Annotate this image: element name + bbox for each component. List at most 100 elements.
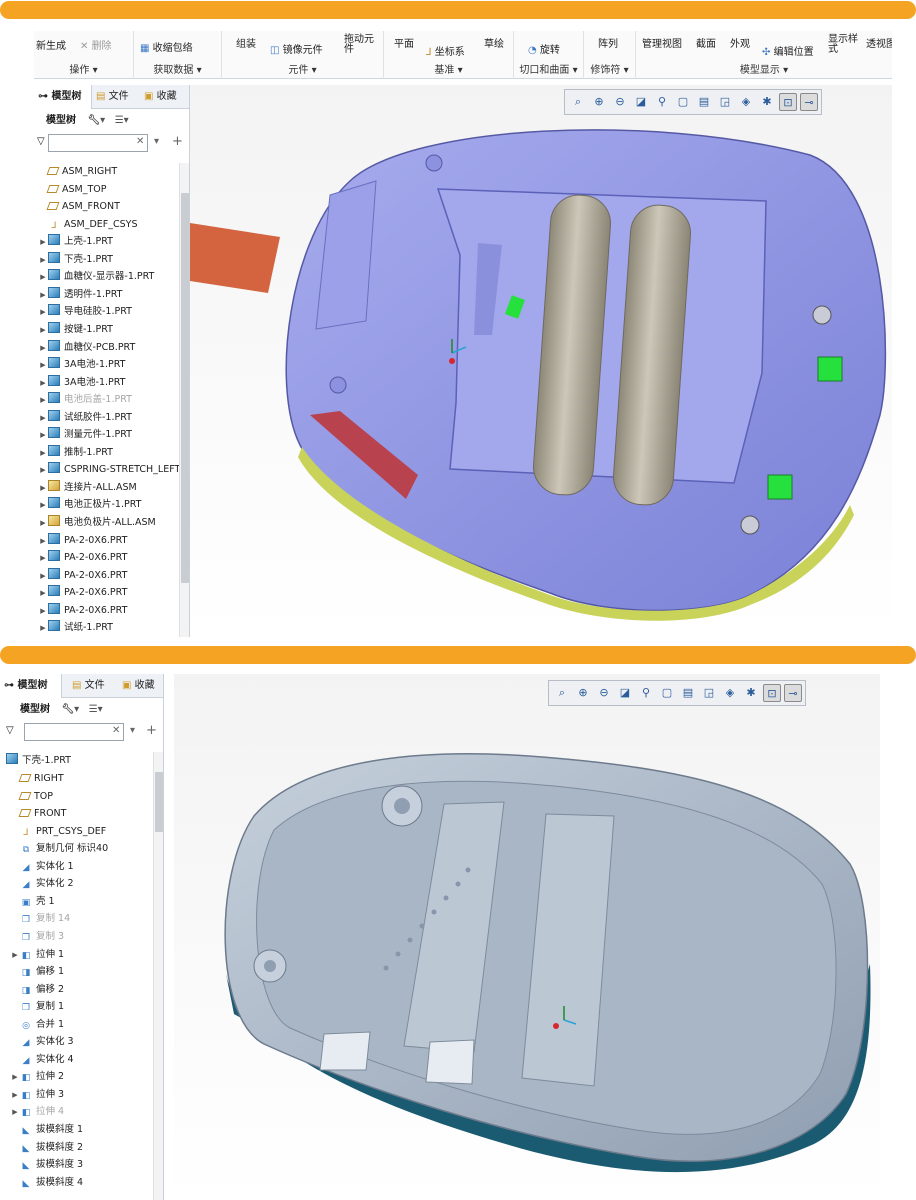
view-manager-button[interactable]: 管理视图 — [642, 35, 682, 50]
tree-item[interactable]: ◣ 拔模斜度 4 — [10, 1174, 84, 1191]
expand-arrow-icon[interactable]: ▶ — [38, 550, 48, 567]
tree-filter-input[interactable] — [48, 134, 148, 152]
scrollbar-thumb[interactable] — [155, 772, 163, 832]
tree-item[interactable]: ▶ ◧ 拉伸 3 — [10, 1086, 64, 1103]
ribbon-group-label-model-display[interactable]: 模型显示 ▾ — [636, 61, 892, 76]
expand-arrow-icon[interactable]: ▶ — [38, 357, 48, 374]
tree-item[interactable]: ◣ 拔模斜度 1 — [10, 1121, 84, 1138]
tree-item[interactable]: ▶ 下壳-1.PRT — [38, 251, 113, 268]
settings-icon[interactable]: 🔧︎▾ — [61, 704, 79, 715]
tree-filter-input[interactable] — [24, 723, 124, 741]
expand-arrow-icon[interactable]: ▶ — [38, 497, 48, 514]
filter-dropdown-icon[interactable]: ▾ — [154, 136, 159, 147]
expand-arrow-icon[interactable]: ▶ — [38, 568, 48, 585]
expand-arrow-icon[interactable]: ▶ — [38, 410, 48, 427]
tree-item[interactable]: ▶ 电池后盖-1.PRT — [38, 391, 132, 408]
filter-icon[interactable]: ▽ — [6, 725, 14, 736]
graphics-viewport[interactable]: ⌕ ⊕ ⊖ ◪ ⚲ ▢ ▤ ◲ ◈ ✱ ⊡ ⊸ — [190, 85, 892, 637]
perspective-view-button[interactable]: 透视图 — [866, 35, 892, 50]
tree-item[interactable]: ▶ PA-2-0X6.PRT — [38, 602, 127, 619]
tree-item[interactable]: ▶ ◧ 拉伸 1 — [10, 946, 64, 963]
tree-item[interactable]: ◎ 合并 1 — [10, 1016, 64, 1033]
tree-item[interactable]: ◢ 实体化 3 — [10, 1033, 74, 1050]
tree-item[interactable]: ▶ 透明件-1.PRT — [38, 286, 122, 303]
edit-position-button[interactable]: ✣ 编辑位置 — [762, 43, 814, 58]
model-tree-scrollbar-part[interactable] — [153, 752, 163, 1200]
tree-item[interactable]: ASM_RIGHT — [38, 163, 117, 180]
tree-item[interactable]: ▶ 3A电池-1.PRT — [38, 374, 125, 391]
expand-arrow-icon[interactable]: ▶ — [38, 427, 48, 444]
expand-arrow-icon[interactable]: ▶ — [38, 620, 48, 637]
expand-arrow-icon[interactable]: ▶ — [38, 392, 48, 409]
expand-arrow-icon[interactable]: ▶ — [38, 480, 48, 497]
filter-icon[interactable]: ▽ — [37, 136, 45, 147]
expand-arrow-icon[interactable]: ▶ — [38, 269, 48, 286]
add-filter-icon[interactable]: + — [172, 134, 183, 149]
model-tree-scrollbar[interactable] — [179, 163, 189, 637]
appearance-button[interactable]: 外观 — [730, 35, 750, 50]
expand-arrow-icon[interactable]: ▶ — [10, 1087, 20, 1104]
tree-item[interactable]: ▶ 试纸胶件-1.PRT — [38, 409, 132, 426]
tree-item[interactable]: ▶ 试纸-1.PRT — [38, 619, 113, 636]
section-button[interactable]: 截面 — [696, 35, 716, 50]
tree-item[interactable]: ▶ 上壳-1.PRT — [38, 233, 113, 250]
revolve-button[interactable]: ◔ 旋转 — [528, 41, 560, 56]
mirror-component-button[interactable]: ◫ 镜像元件 — [270, 41, 323, 56]
drag-component-button[interactable]: 拖动元件 — [344, 35, 380, 55]
tree-item[interactable]: ▶ PA-2-0X6.PRT — [38, 567, 127, 584]
tab-model-tree[interactable]: ⊶ 模型树 — [0, 674, 62, 698]
ribbon-group-label-component[interactable]: 元件 ▾ — [222, 61, 383, 76]
tree-item[interactable]: ◣ 拔模斜度 2 — [10, 1139, 84, 1156]
expand-arrow-icon[interactable]: ▶ — [38, 234, 48, 251]
expand-arrow-icon[interactable]: ▶ — [38, 375, 48, 392]
tree-item[interactable]: ▣ 壳 1 — [10, 893, 55, 910]
scrollbar-thumb[interactable] — [181, 193, 189, 583]
tree-item[interactable]: ▶ PA-2-0X6.PRT — [38, 549, 127, 566]
tree-item[interactable]: ◨ 偏移 1 — [10, 963, 64, 980]
expand-arrow-icon[interactable]: ▶ — [10, 1104, 20, 1121]
tab-favorites[interactable]: ▣ 收藏 — [140, 85, 189, 109]
shrinkwrap-button[interactable]: ▦ 收缩包络 — [140, 39, 193, 54]
pattern-button[interactable]: 阵列 — [598, 35, 618, 50]
tree-item[interactable]: ▶ 血糖仪-PCB.PRT — [38, 339, 135, 356]
assemble-button[interactable]: 组装 — [236, 35, 256, 50]
expand-arrow-icon[interactable]: ▶ — [38, 515, 48, 532]
expand-arrow-icon[interactable]: ▶ — [38, 462, 48, 479]
expand-arrow-icon[interactable]: ▶ — [38, 340, 48, 357]
tree-item[interactable]: ▶ 电池正极片-1.PRT — [38, 496, 141, 513]
tree-item[interactable]: ▶ 电池负极片-ALL.ASM — [38, 514, 156, 531]
clear-filter-icon[interactable]: ✕ — [112, 725, 120, 736]
expand-arrow-icon[interactable]: ▶ — [38, 533, 48, 550]
plane-button[interactable]: 平面 — [394, 35, 414, 50]
expand-arrow-icon[interactable]: ▶ — [38, 304, 48, 321]
expand-arrow-icon[interactable]: ▶ — [38, 287, 48, 304]
ribbon-group-label-cut-surface[interactable]: 切口和曲面 ▾ — [514, 61, 583, 76]
tree-item[interactable]: ▶ PA-2-0X6.PRT — [38, 532, 127, 549]
tree-item[interactable]: ◢ 实体化 1 — [10, 858, 74, 875]
tree-item[interactable]: ASM_TOP — [38, 181, 107, 198]
tab-model-tree[interactable]: ⊶ 模型树 — [34, 85, 92, 109]
tree-item[interactable]: ▶ ◧ 拉伸 2 — [10, 1068, 64, 1085]
tree-item[interactable]: ❐ 复制 14 — [10, 910, 70, 927]
tree-item[interactable]: ▶ ◧ 拉伸 4 — [10, 1103, 64, 1120]
tree-item[interactable]: ▶ CSPRING-STRETCH_LEFT — [38, 461, 180, 478]
tree-item[interactable]: TOP — [10, 788, 53, 805]
tree-item[interactable]: ❐ 复制 3 — [10, 928, 64, 945]
tree-item[interactable]: ◨ 偏移 2 — [10, 981, 64, 998]
tree-item[interactable]: FRONT — [10, 805, 66, 822]
tree-item[interactable]: ⧉ 复制几何 标识40 — [10, 840, 108, 857]
tree-item[interactable]: ▶ 导电硅胶-1.PRT — [38, 303, 132, 320]
tree-item[interactable]: ▶ 血糖仪-显示器-1.PRT — [38, 268, 154, 285]
tree-item[interactable]: ▶ 3A电池-1.PRT — [38, 356, 125, 373]
expand-arrow-icon[interactable]: ▶ — [38, 445, 48, 462]
expand-arrow-icon[interactable]: ▶ — [38, 603, 48, 620]
tree-item[interactable]: ASM_FRONT — [38, 198, 120, 215]
tree-item[interactable]: ▶ 连接片-ALL.ASM — [38, 479, 137, 496]
ribbon-group-label-operations[interactable]: 操作 ▾ — [34, 61, 133, 76]
tree-columns-icon[interactable]: ☰▾ — [89, 704, 103, 715]
tree-item[interactable]: ▶ 推制-1.PRT — [38, 444, 113, 461]
expand-arrow-icon[interactable]: ▶ — [10, 1069, 20, 1086]
tree-item[interactable]: ◢ 实体化 2 — [10, 875, 74, 892]
tree-item[interactable]: ◢ 实体化 4 — [10, 1051, 74, 1068]
tree-columns-icon[interactable]: ☰▾ — [115, 115, 129, 126]
